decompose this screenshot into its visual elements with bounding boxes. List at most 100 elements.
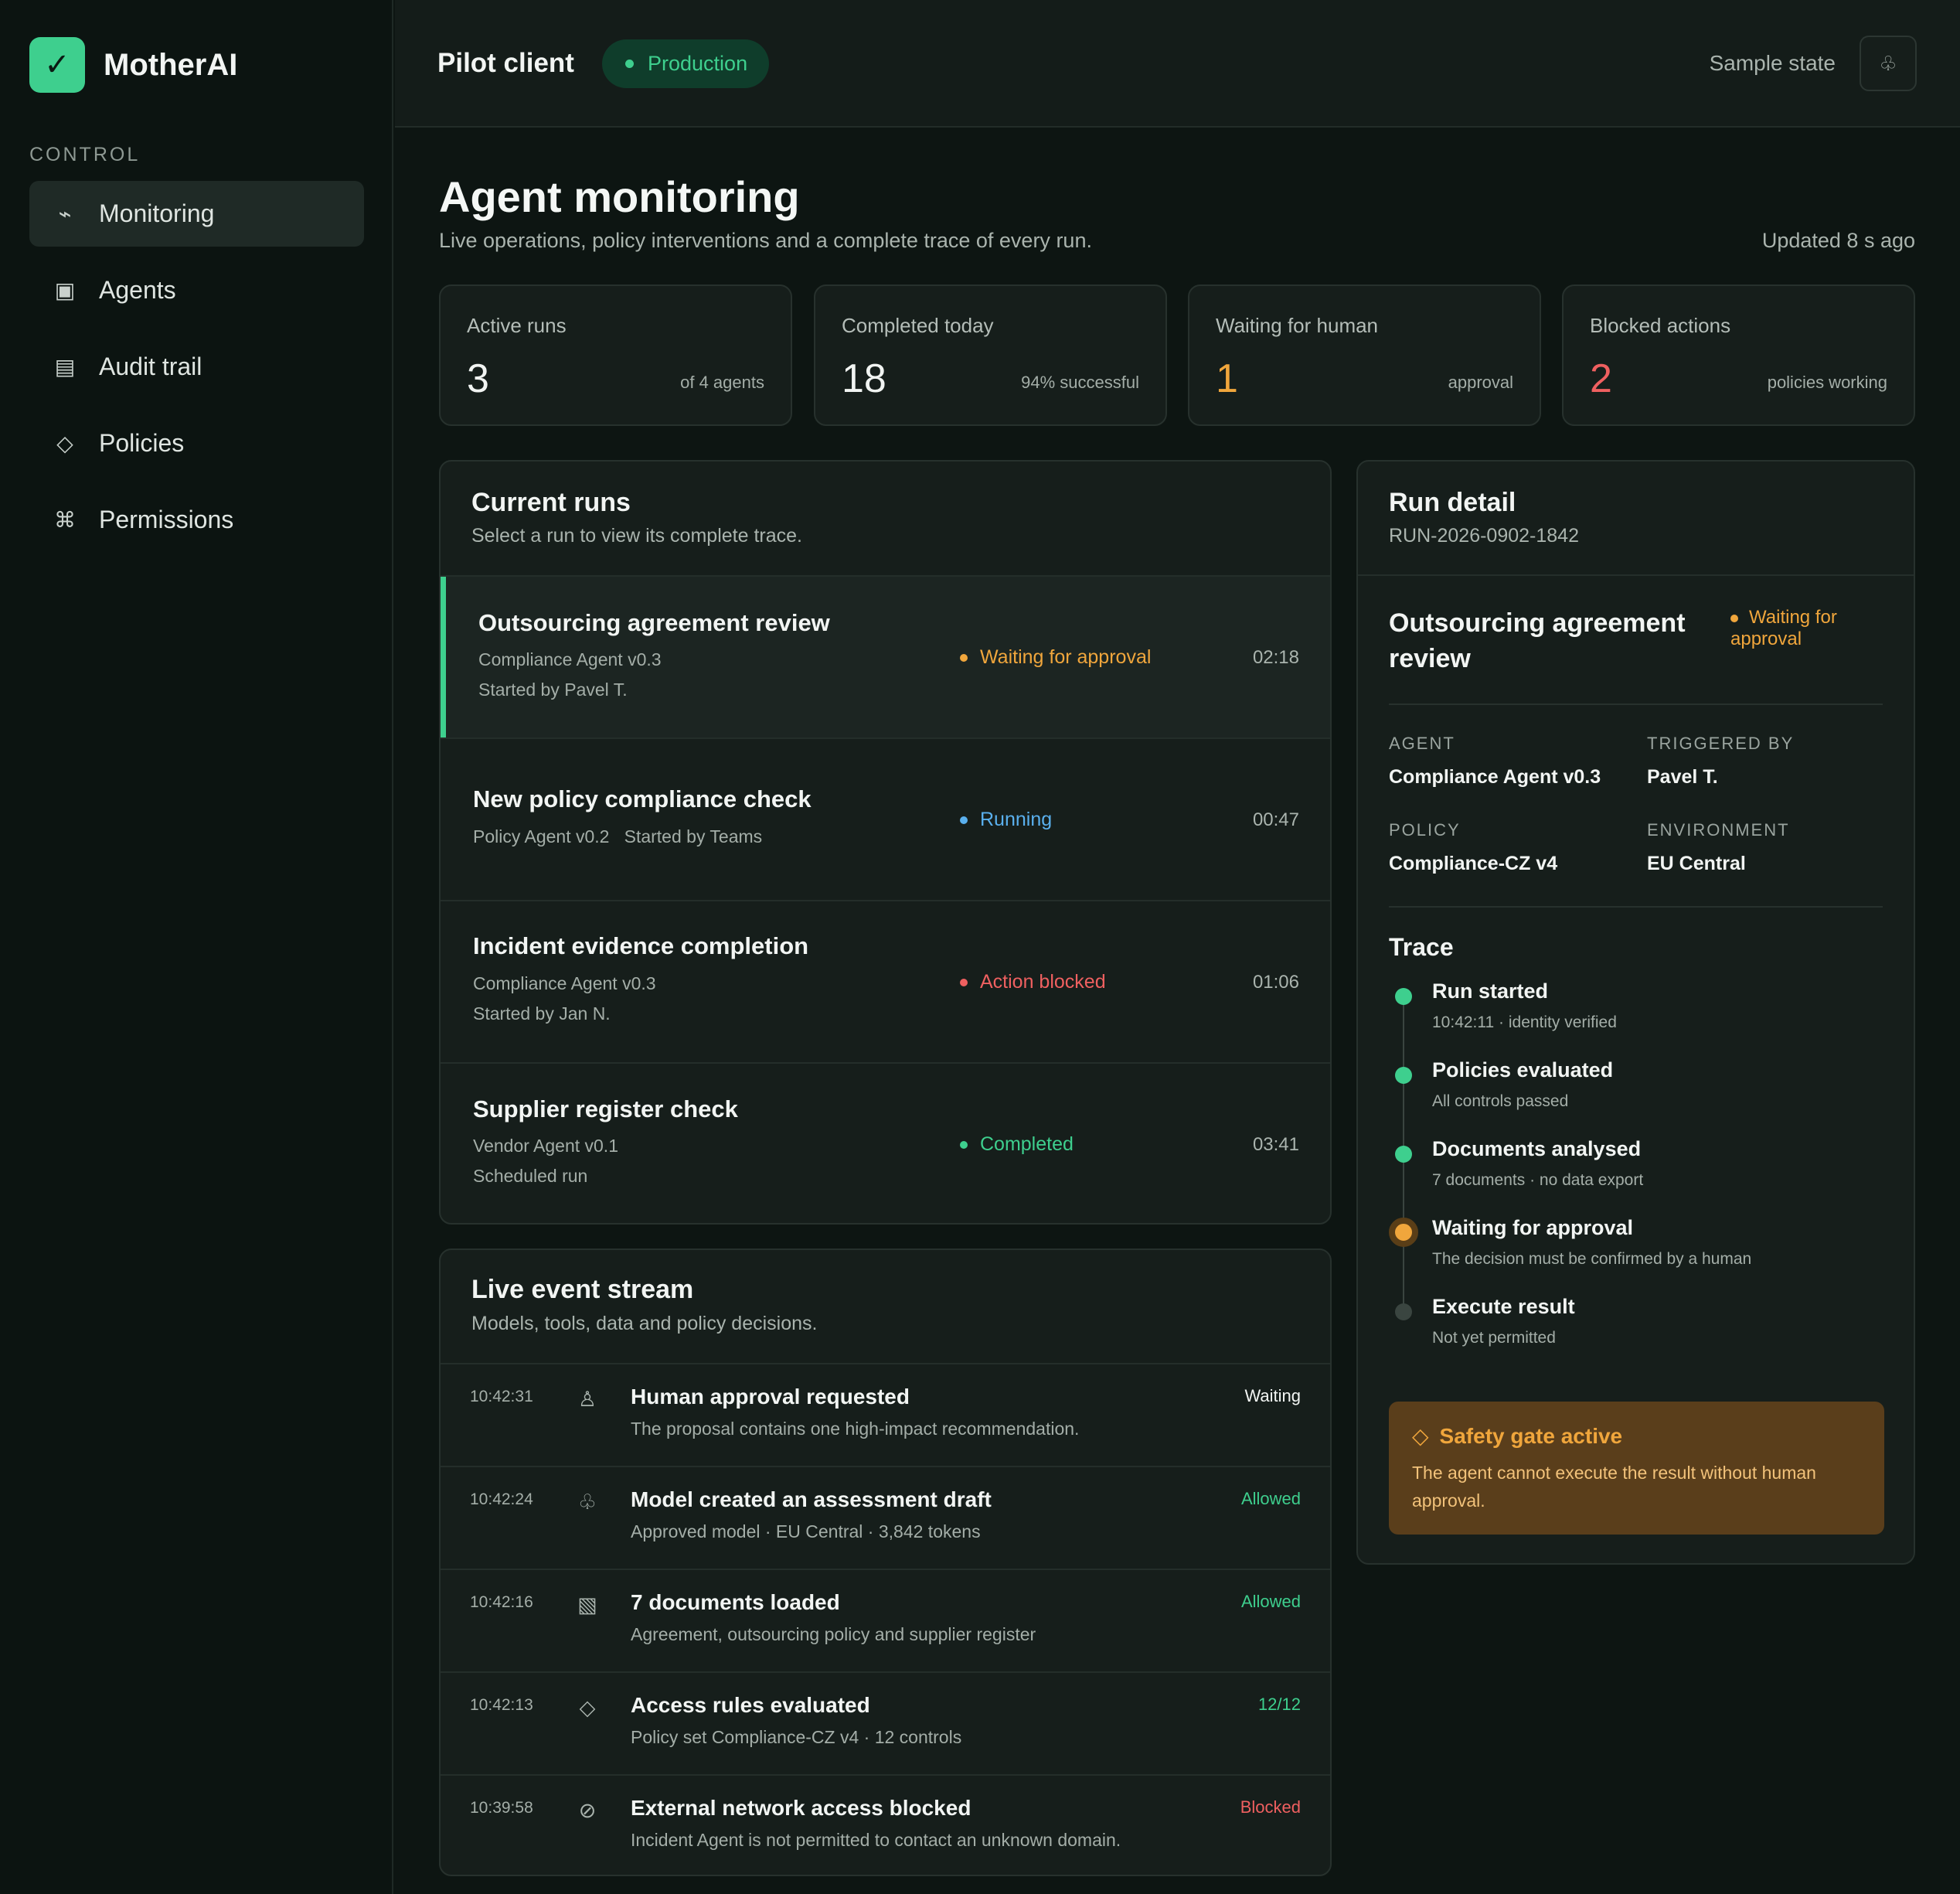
policy-label: POLICY <box>1389 820 1461 840</box>
run-status-label: Action blocked <box>980 971 1106 993</box>
divider <box>1389 703 1883 705</box>
event-description: Agreement, outsourcing policy and suppli… <box>631 1624 1036 1644</box>
status-dot-icon <box>960 816 968 824</box>
safety-gate-alert: ◇ Safety gate active The agent cannot exe… <box>1389 1402 1884 1535</box>
policy-value: Compliance-CZ v4 <box>1389 853 1558 874</box>
event-row[interactable]: 10:39:58 ⊘ External network access block… <box>441 1774 1330 1875</box>
model-icon: ♧ <box>577 1490 597 1514</box>
client-name: Pilot client <box>437 48 574 78</box>
event-time: 10:42:24 <box>470 1490 533 1508</box>
run-status-label: Running <box>980 809 1053 830</box>
trace-step: Execute result <box>1432 1295 1575 1318</box>
run-detail-panel: Run detail RUN-2026-0902-1842 Outsourcin… <box>1356 460 1915 1565</box>
run-detail-title: Outsourcing agreement review <box>1389 608 1686 673</box>
settings-button[interactable]: ♧ <box>1860 36 1917 91</box>
stat-label: Blocked actions <box>1590 314 1731 337</box>
sidebar-item-audit-trail[interactable]: ▤ Audit trail <box>29 334 364 400</box>
divider <box>1358 574 1914 576</box>
diamond-icon: ◇ <box>1412 1424 1429 1448</box>
page-subtitle: Live operations, policy interventions an… <box>439 229 1092 252</box>
settings-icon: ♧ <box>1879 51 1897 75</box>
status-dot-icon <box>1730 614 1738 622</box>
event-time: 10:39:58 <box>470 1799 533 1817</box>
run-row[interactable]: Incident evidence completion Compliance … <box>441 900 1330 1062</box>
agents-icon: ▣ <box>54 278 76 302</box>
run-row[interactable]: Supplier register check Vendor Agent v0.… <box>441 1062 1330 1223</box>
event-title: Access rules evaluated <box>631 1693 870 1717</box>
diamond-icon: ◇ <box>579 1696 596 1719</box>
stat-value: 1 <box>1216 356 1238 401</box>
event-tag: Waiting <box>1244 1386 1301 1405</box>
event-title: Human approval requested <box>631 1385 910 1409</box>
run-detail-status: Waiting for approval <box>1730 607 1900 650</box>
sidebar-item-monitoring[interactable]: ⌁ Monitoring <box>29 181 364 247</box>
run-started-by: Started by Jan N. <box>473 1003 611 1024</box>
status-dot-icon <box>625 60 634 68</box>
run-agent: Vendor Agent v0.1 <box>473 1136 618 1156</box>
panel-title: Current runs <box>471 488 631 517</box>
run-row[interactable]: Outsourcing agreement review Compliance … <box>441 575 1330 738</box>
event-row[interactable]: 10:42:31 ♙ Human approval requested The … <box>441 1363 1330 1466</box>
stat-value: 3 <box>467 356 489 401</box>
event-title: External network access blocked <box>631 1796 971 1820</box>
event-row[interactable]: 10:42:24 ♧ Model created an assessment d… <box>441 1466 1330 1569</box>
sidebar-item-label: Permissions <box>99 506 234 533</box>
stat-value: 18 <box>842 356 886 401</box>
run-status: Action blocked <box>960 971 1106 993</box>
event-tag: Allowed <box>1240 1489 1301 1508</box>
stat-card-completed-today: Completed today 18 94% successful <box>814 284 1167 426</box>
run-duration: 01:06 <box>1252 972 1299 993</box>
brand[interactable]: ✓ MotherAI <box>29 37 237 93</box>
event-tag: Blocked <box>1240 1797 1301 1817</box>
event-description: Policy set Compliance-CZ v4 · 12 control… <box>631 1727 962 1747</box>
person-icon: ♙ <box>577 1388 597 1411</box>
status-dot-icon <box>960 1140 968 1149</box>
run-row[interactable]: New policy compliance check Policy Agent… <box>441 738 1330 900</box>
sidebar-item-permissions[interactable]: ⌘ Permissions <box>29 487 364 553</box>
event-time: 10:42:16 <box>470 1593 533 1611</box>
panel-subtitle: Select a run to view its complete trace. <box>471 525 802 547</box>
trace-title: Trace <box>1389 933 1454 961</box>
event-row[interactable]: 10:42:13 ◇ Access rules evaluated Policy… <box>441 1671 1330 1774</box>
panel-subtitle: Models, tools, data and policy decisions… <box>471 1313 818 1334</box>
trace-note: 10:42:11 · identity verified <box>1432 1013 1617 1031</box>
run-id: RUN-2026-0902-1842 <box>1389 525 1579 547</box>
sidebar-item-agents[interactable]: ▣ Agents <box>29 257 364 323</box>
event-row[interactable]: 10:42:16 ▧ 7 documents loaded Agreement,… <box>441 1569 1330 1671</box>
topbar: Pilot client Production Sample state ♧ <box>395 0 1960 128</box>
run-detail-status-label: Waiting for approval <box>1730 607 1837 649</box>
environment-label: Production <box>648 52 748 75</box>
run-title: New policy compliance check <box>473 785 812 812</box>
event-title: 7 documents loaded <box>631 1590 840 1614</box>
list-icon: ▤ <box>54 355 76 379</box>
triggered-by-label: TRIGGERED BY <box>1647 734 1795 753</box>
run-agent: Compliance Agent v0.3 <box>478 649 662 669</box>
run-trigger: Scheduled run <box>473 1166 588 1186</box>
run-duration: 02:18 <box>1252 647 1299 668</box>
sidebar-item-policies[interactable]: ◇ Policies <box>29 410 364 476</box>
event-tag: Allowed <box>1240 1592 1301 1611</box>
sidebar-nav: ⌁ Monitoring ▣ Agents ▤ Audit trail ◇ Po… <box>29 181 364 564</box>
trace-done-icon <box>1395 1146 1412 1163</box>
run-duration: 00:47 <box>1252 809 1299 830</box>
trace-pending-icon <box>1395 1303 1412 1320</box>
event-description: Approved model · EU Central · 3,842 toke… <box>631 1521 981 1541</box>
triggered-by-value: Pavel T. <box>1647 766 1718 788</box>
app-name: MotherAI <box>104 47 238 82</box>
stat-value: 2 <box>1590 356 1612 401</box>
sidebar-item-label: Monitoring <box>99 199 215 227</box>
panel-title: Live event stream <box>471 1275 694 1304</box>
run-status: Completed <box>960 1133 1074 1156</box>
trace-done-icon <box>1395 988 1412 1005</box>
safety-gate-text: The agent cannot execute the result with… <box>1412 1463 1816 1511</box>
run-status: Waiting for approval <box>960 646 1151 669</box>
run-agent: Policy Agent v0.2 Started by Teams <box>473 826 763 847</box>
event-description: The proposal contains one high-impact re… <box>631 1419 1080 1439</box>
run-status-label: Waiting for approval <box>980 646 1152 668</box>
trace-note: 7 documents · no data export <box>1432 1171 1644 1189</box>
environment-badge[interactable]: Production <box>602 39 770 88</box>
event-time: 10:42:13 <box>470 1696 533 1714</box>
updated-timestamp: Updated 8 s ago <box>1761 229 1915 252</box>
run-status: Running <box>960 809 1052 831</box>
trace-note: Not yet permitted <box>1432 1329 1556 1347</box>
